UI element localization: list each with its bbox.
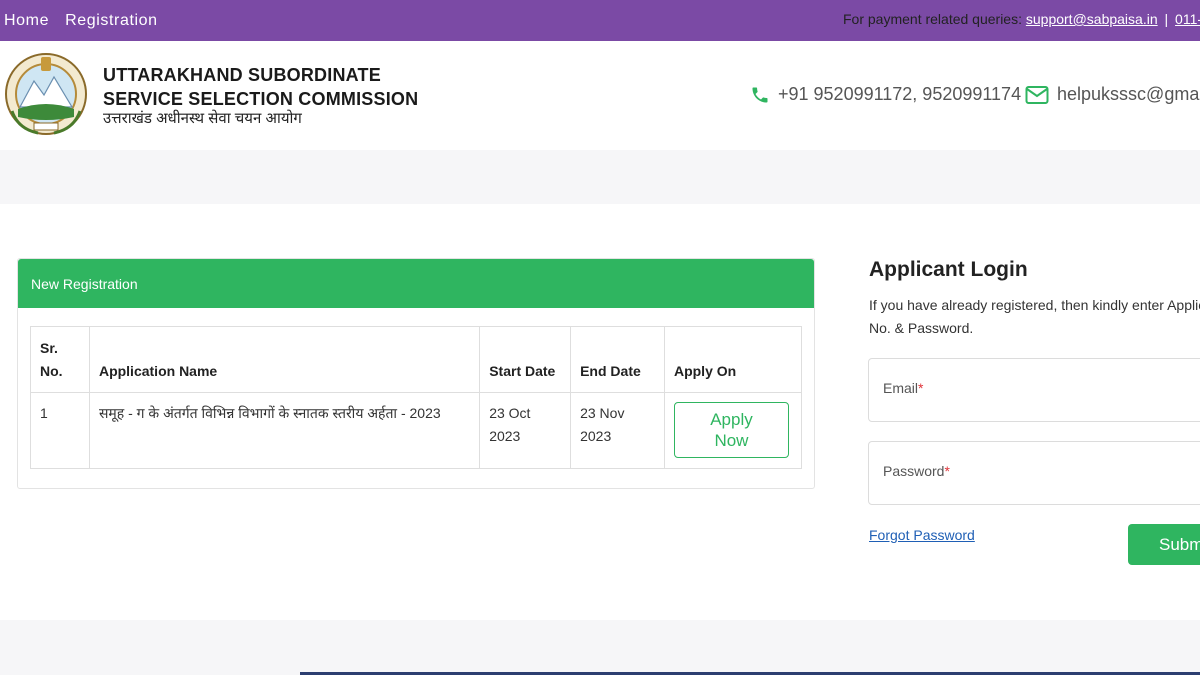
- mail-icon: [1025, 85, 1049, 104]
- cell-apply-on: Apply Now: [663, 392, 803, 469]
- cell-application-name: समूह - ग के अंतर्गत विभिन्न विभागों के स…: [88, 392, 481, 469]
- org-title-line2: SERVICE SELECTION COMMISSION: [103, 89, 419, 109]
- forgot-password-link[interactable]: Forgot Password: [869, 527, 975, 543]
- payment-phone-link[interactable]: 011-4: [1175, 11, 1200, 27]
- registration-card: New Registration Sr. No. Application Name…: [17, 258, 815, 489]
- col-start-date: Start Date: [479, 326, 572, 393]
- separator: |: [1164, 11, 1169, 27]
- apply-now-button[interactable]: Apply Now: [673, 402, 789, 458]
- payment-label: For payment related queries:: [843, 11, 1022, 27]
- footer-band: [0, 620, 1200, 675]
- site-header: UTTARAKHAND SUBORDINATE SERVICE SELECTIO…: [0, 41, 1200, 150]
- email-address[interactable]: helpuksssc@gmail: [1057, 84, 1200, 105]
- email-field[interactable]: Email*: [868, 358, 1200, 422]
- contact-email: helpuksssc@gmail: [1025, 84, 1200, 105]
- phone-icon: [752, 87, 768, 102]
- login-title: Applicant Login: [869, 258, 1028, 281]
- top-nav: Home Registration: [4, 0, 158, 41]
- col-end-date: End Date: [570, 326, 665, 393]
- table-row: 1 समूह - ग के अंतर्गत विभिन्न विभागों के…: [30, 392, 803, 469]
- org-title-hindi: उत्तराखंड अधीनस्थ सेवा चयन आयोग: [103, 110, 302, 127]
- phone-numbers: +91 9520991172, 9520991174: [778, 84, 1022, 104]
- payment-info: For payment related queries: support@sab…: [843, 11, 1200, 27]
- col-apply-on: Apply On: [663, 326, 803, 393]
- registration-heading-text: New Registration: [31, 275, 138, 292]
- top-bar: Home Registration For payment related qu…: [0, 0, 1200, 41]
- nav-home-link[interactable]: Home: [4, 12, 49, 30]
- email-label: Email*: [883, 380, 924, 396]
- submit-button[interactable]: Subm: [1128, 524, 1200, 565]
- registration-table: Sr. No. Application Name Start Date End D…: [30, 326, 803, 469]
- password-field[interactable]: Password*: [868, 441, 1200, 505]
- banner-band: [0, 150, 1200, 204]
- cell-sr: 1: [30, 392, 90, 469]
- col-sr-no: Sr. No.: [30, 326, 90, 393]
- login-description: If you have already registered, then kin…: [869, 297, 1200, 336]
- contact-phone: +91 9520991172, 9520991174: [750, 84, 1021, 105]
- nav-registration-link[interactable]: Registration: [65, 12, 158, 30]
- col-application-name: Application Name: [88, 326, 481, 393]
- org-title-line1: UTTARAKHAND SUBORDINATE: [103, 65, 381, 85]
- support-email-link[interactable]: support@sabpaisa.in: [1026, 11, 1158, 27]
- commission-logo: [5, 53, 87, 135]
- registration-heading: New Registration: [18, 259, 814, 308]
- password-label: Password*: [883, 463, 950, 479]
- cell-end-date: 23 Nov 2023: [570, 392, 665, 469]
- cell-start-date: 23 Oct 2023: [479, 392, 572, 469]
- table-header-row: Sr. No. Application Name Start Date End D…: [30, 326, 803, 393]
